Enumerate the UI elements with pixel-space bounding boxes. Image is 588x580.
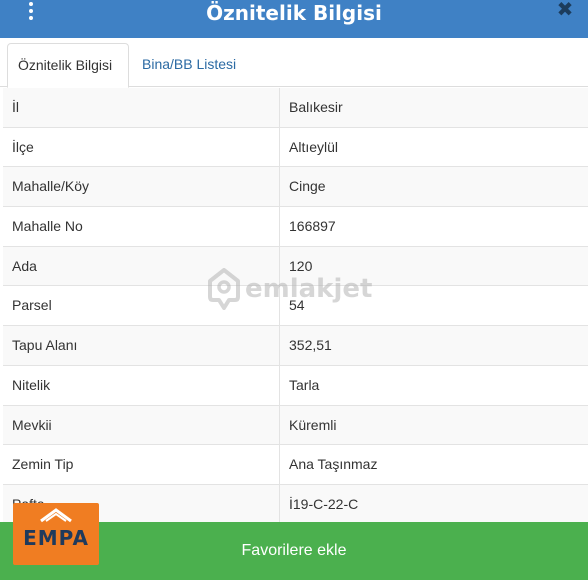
row-label: Zemin Tip	[3, 445, 280, 484]
tab-oznitelik-bilgisi[interactable]: Öznitelik Bilgisi	[7, 43, 129, 88]
row-value: Tarla	[289, 376, 320, 393]
row-label: İlçe	[3, 127, 280, 167]
table-row: Zemin Tip Ana Taşınmaz	[3, 445, 588, 485]
table-row: Nitelik Tarla	[3, 365, 588, 406]
table-row: İlçe Altıeylül	[3, 127, 588, 168]
tab-bina-bb-listesi[interactable]: Bina/BB Listesi	[132, 43, 246, 88]
table-row: Mahalle No 166897	[3, 207, 588, 247]
row-value: Ana Taşınmaz	[289, 456, 378, 473]
row-value: 166897	[289, 218, 336, 235]
row-label: Mahalle/Köy	[3, 167, 280, 207]
menu-icon[interactable]	[26, 0, 36, 22]
row-value: 352,51	[289, 337, 332, 354]
row-value: 120	[289, 257, 313, 274]
tab-bar: Öznitelik Bilgisi Bina/BB Listesi	[0, 38, 588, 88]
table-row: Mahalle/Köy Cinge	[3, 167, 588, 208]
row-value: Cinge	[289, 178, 326, 195]
empa-logo: EMPA	[13, 503, 99, 565]
attribute-table: İl Balıkesir İlçe Altıeylül Mahalle/Köy …	[3, 88, 588, 525]
row-label: Tapu Alanı	[3, 326, 280, 365]
table-row: İl Balıkesir	[3, 88, 588, 128]
modal-header: Öznitelik Bilgisi ✖	[0, 0, 588, 38]
row-label: Parsel	[3, 286, 280, 326]
row-label: İl	[3, 88, 280, 127]
row-label: Ada	[3, 246, 280, 286]
favorite-button-label: Favorilere ekle	[241, 542, 347, 559]
row-value: Balıkesir	[289, 99, 343, 115]
table-row: Ada 120	[3, 246, 588, 287]
row-value: Altıeylül	[289, 138, 339, 155]
row-label: Nitelik	[3, 365, 280, 405]
modal-title: Öznitelik Bilgisi	[206, 1, 382, 25]
table-row: Mevkii Küremli	[3, 405, 588, 446]
empa-logo-text: EMPA	[23, 526, 89, 550]
row-value: 54	[289, 297, 305, 314]
table-row: Parsel 54	[3, 286, 588, 327]
table-row: Tapu Alanı 352,51	[3, 326, 588, 366]
row-label: Mevkii	[3, 405, 280, 445]
row-label: Mahalle No	[3, 207, 280, 246]
roof-icon	[40, 508, 72, 523]
row-value: Küremli	[289, 416, 337, 433]
row-value: İ19-C-22-C	[289, 495, 359, 512]
close-icon[interactable]: ✖	[556, 0, 574, 20]
